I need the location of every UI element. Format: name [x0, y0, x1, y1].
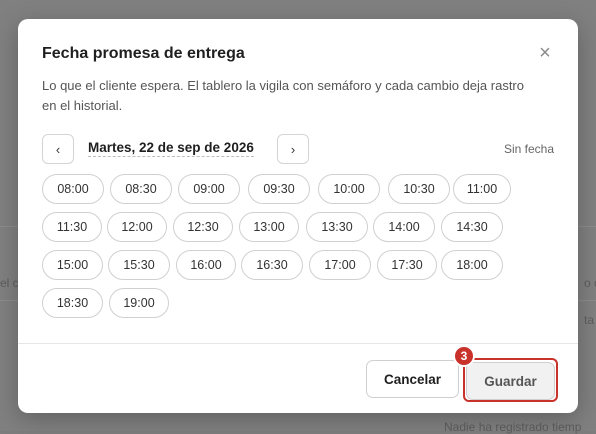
time-slot[interactable]: 10:00 — [318, 174, 380, 204]
time-slot[interactable]: 13:00 — [239, 212, 299, 242]
dialog-title: Fecha promesa de entrega — [42, 45, 245, 62]
next-day-button[interactable]: › — [277, 134, 309, 164]
background-text: Nadie ha registrado tiemp — [444, 420, 582, 434]
time-slot[interactable]: 11:30 — [42, 212, 102, 242]
time-slot[interactable]: 15:00 — [42, 250, 103, 280]
time-slot[interactable]: 17:30 — [377, 250, 437, 280]
time-slot[interactable]: 09:30 — [248, 174, 310, 204]
save-button[interactable]: Guardar — [466, 362, 555, 400]
time-slot[interactable]: 14:00 — [373, 212, 435, 242]
time-slot[interactable]: 16:00 — [176, 250, 236, 280]
time-slot[interactable]: 15:30 — [108, 250, 170, 280]
background-text: ta d — [584, 313, 596, 327]
background-text: el c — [0, 276, 19, 290]
time-slot[interactable]: 19:00 — [109, 288, 169, 318]
selected-date[interactable]: Martes, 22 de sep de 2026 — [88, 140, 254, 157]
time-slot[interactable]: 12:00 — [107, 212, 167, 242]
time-slot[interactable]: 11:00 — [453, 174, 511, 204]
step-badge: 3 — [453, 345, 475, 367]
time-slot[interactable]: 09:00 — [178, 174, 240, 204]
time-slot[interactable]: 08:30 — [110, 174, 172, 204]
time-slot[interactable]: 12:30 — [173, 212, 233, 242]
time-slot[interactable]: 18:30 — [42, 288, 103, 318]
time-slot[interactable]: 18:00 — [441, 250, 503, 280]
dialog-description: Lo que el cliente espera. El tablero la … — [42, 78, 524, 113]
time-slot[interactable]: 14:30 — [441, 212, 503, 242]
footer-divider — [18, 343, 578, 344]
cancel-button[interactable]: Cancelar — [366, 360, 459, 398]
time-slot[interactable]: 16:30 — [241, 250, 303, 280]
time-slot[interactable]: 10:30 — [388, 174, 450, 204]
time-slot[interactable]: 13:30 — [306, 212, 368, 242]
background-text: o co — [584, 276, 596, 290]
no-date-link[interactable]: Sin fecha — [504, 142, 554, 156]
time-slot[interactable]: 17:00 — [309, 250, 371, 280]
close-icon[interactable]: × — [536, 43, 554, 63]
delivery-date-dialog: Fecha promesa de entrega × Lo que el cli… — [18, 19, 578, 413]
previous-day-button[interactable]: ‹ — [42, 134, 74, 164]
time-slot[interactable]: 08:00 — [42, 174, 104, 204]
